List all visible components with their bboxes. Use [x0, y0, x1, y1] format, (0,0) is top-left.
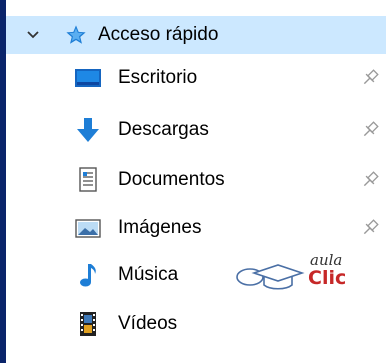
nav-item-documentos[interactable]: Documentos [6, 160, 386, 200]
pin-icon[interactable] [360, 170, 380, 190]
nav-item-label: Música [118, 264, 179, 285]
navigation-pane: Acceso rápido Escritorio Descargas Docum… [6, 0, 386, 363]
desktop-icon [75, 69, 101, 87]
chevron-down-icon[interactable] [26, 28, 40, 42]
nav-item-descargas[interactable]: Descargas [6, 110, 386, 150]
nav-item-escritorio[interactable]: Escritorio [6, 58, 386, 98]
pin-icon[interactable] [360, 120, 380, 140]
pictures-icon [75, 219, 101, 238]
mortarboard-icon [236, 264, 305, 290]
nav-item-videos[interactable]: Vídeos [6, 304, 386, 344]
nav-item-label: Escritorio [118, 67, 198, 88]
document-icon [79, 167, 97, 192]
nav-item-label: Documentos [118, 169, 225, 190]
nav-item-label: Descargas [118, 119, 209, 140]
aulaclic-logo: aula Clic [232, 251, 362, 297]
music-note-icon [80, 264, 96, 287]
pin-icon[interactable] [360, 68, 380, 88]
download-arrow-icon [77, 118, 99, 142]
quick-access-label: Acceso rápido [98, 24, 219, 45]
quick-access-star-icon [66, 25, 86, 44]
pin-icon[interactable] [360, 218, 380, 238]
nav-item-label: Vídeos [118, 313, 178, 334]
nav-item-imagenes[interactable]: Imágenes [6, 208, 386, 248]
film-icon [80, 312, 96, 336]
logo-text-clic: Clic [308, 267, 347, 289]
quick-access-node[interactable]: Acceso rápido [6, 16, 386, 54]
nav-item-label: Imágenes [118, 217, 202, 238]
